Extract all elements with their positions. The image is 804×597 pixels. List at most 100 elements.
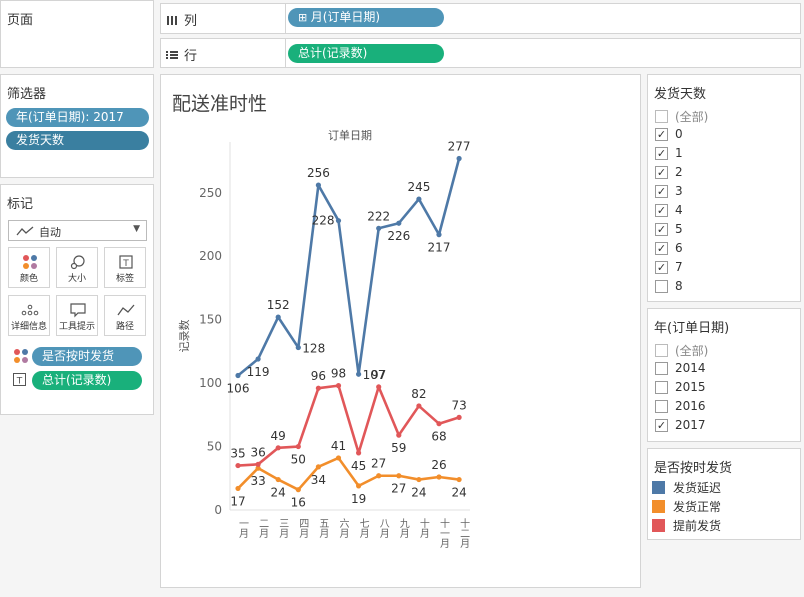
ship-days-filter-item[interactable]: 7 <box>655 260 683 274</box>
checkbox[interactable] <box>655 165 668 179</box>
checkbox[interactable] <box>655 260 668 274</box>
column-pill-month[interactable]: ⊞ 月(订单日期) <box>288 8 444 27</box>
checkbox[interactable] <box>655 127 668 141</box>
data-label: 119 <box>247 365 270 379</box>
data-label: 24 <box>451 486 466 500</box>
checkbox[interactable] <box>655 241 668 255</box>
ship-days-filter-item[interactable]: (全部) <box>655 108 708 125</box>
pages-shelf[interactable]: 页面 <box>0 0 154 68</box>
ship-days-filter-item[interactable]: 1 <box>655 146 683 160</box>
year-filter-item[interactable]: 2016 <box>655 399 706 413</box>
data-point <box>335 218 342 224</box>
legend-item[interactable]: 发货正常 <box>652 498 721 515</box>
data-label: 41 <box>331 439 346 453</box>
checkbox[interactable] <box>655 361 668 375</box>
detail-icon <box>21 304 39 316</box>
filter-item-label: (全部) <box>675 110 709 124</box>
filter-item-label: 2016 <box>675 399 706 413</box>
x-tick-label: 六月 <box>337 518 349 539</box>
x-tick-label: 一月 <box>237 518 249 539</box>
data-label: 245 <box>407 180 430 194</box>
data-label: 36 <box>250 445 265 459</box>
checkbox[interactable] <box>655 110 668 123</box>
ship-days-filter-item[interactable]: 4 <box>655 203 683 217</box>
data-point <box>456 476 462 483</box>
filter-pill-year[interactable]: 年(订单日期): 2017 <box>6 108 149 127</box>
year-filter-item[interactable]: 2015 <box>655 380 706 394</box>
color-button[interactable]: 颜色 <box>8 247 50 288</box>
rows-shelf[interactable] <box>160 38 801 68</box>
row-pill-count[interactable]: 总计(记录数) <box>288 44 444 63</box>
checkbox[interactable] <box>655 279 668 293</box>
filter-item-label: 4 <box>675 203 683 217</box>
year-filter-item[interactable]: 2017 <box>655 418 706 432</box>
year-filter-item[interactable]: 2014 <box>655 361 706 375</box>
x-axis-title: 订单日期 <box>328 129 372 142</box>
checkbox[interactable] <box>655 380 668 394</box>
filter-item-label: 6 <box>675 241 683 255</box>
y-axis-title: 记录数 <box>178 320 191 353</box>
data-label: 96 <box>311 369 326 383</box>
mark-type-dropdown[interactable]: 自动 ▼ <box>8 220 147 241</box>
data-label: 33 <box>250 474 265 488</box>
data-point <box>275 476 281 483</box>
ship-days-filter-item[interactable]: 3 <box>655 184 683 198</box>
legend-label: 发货正常 <box>673 500 722 514</box>
legend-item[interactable]: 提前发货 <box>652 517 721 534</box>
data-label: 68 <box>431 430 446 444</box>
data-label: 27 <box>371 457 386 471</box>
data-label: 98 <box>331 367 346 381</box>
marks-pill-on-time[interactable]: 是否按时发货 <box>32 347 142 366</box>
columns-icon <box>167 15 177 25</box>
data-point <box>235 462 241 469</box>
ship-days-filter-item[interactable]: 2 <box>655 165 683 179</box>
checkbox[interactable] <box>655 418 668 432</box>
filter-item-label: (全部) <box>675 344 709 358</box>
label-icon: T <box>119 255 133 269</box>
data-point <box>436 421 442 427</box>
filters-title: 筛选器 <box>7 87 47 102</box>
columns-shelf[interactable] <box>160 3 801 34</box>
size-button[interactable]: 大小 <box>56 247 98 288</box>
ship-days-filter-item[interactable]: 5 <box>655 222 683 236</box>
ship-days-filter-item[interactable]: 8 <box>655 279 683 293</box>
data-label: 59 <box>391 441 406 455</box>
x-tick-label: 二月 <box>257 518 269 539</box>
filter-pill-ship-days[interactable]: 发货天数 <box>6 131 149 150</box>
data-label: 49 <box>271 429 286 443</box>
data-point <box>295 487 301 493</box>
data-label: 73 <box>451 398 466 412</box>
filter-item-label: 2 <box>675 165 683 179</box>
detail-button[interactable]: 详细信息 <box>8 295 50 336</box>
ship-days-filter-item[interactable]: 6 <box>655 241 683 255</box>
checkbox[interactable] <box>655 344 668 357</box>
checkbox[interactable] <box>655 146 668 160</box>
path-button[interactable]: 路径 <box>104 295 146 336</box>
color-field-icon <box>14 349 28 363</box>
year-filter-item[interactable]: (全部) <box>655 342 708 359</box>
data-point <box>456 155 462 162</box>
data-point <box>416 196 422 202</box>
data-point <box>436 474 442 480</box>
marks-pill-count[interactable]: 总计(记录数) <box>32 371 142 390</box>
checkbox[interactable] <box>655 203 668 217</box>
color-icon <box>23 255 37 269</box>
data-point <box>255 461 261 467</box>
label-button[interactable]: T 标签 <box>104 247 146 288</box>
data-label: 50 <box>291 453 306 467</box>
data-label: 19 <box>351 492 366 506</box>
data-point <box>255 356 261 362</box>
expand-icon: ⊞ <box>298 11 311 24</box>
data-point <box>235 485 241 492</box>
ship-days-filter-item[interactable]: 0 <box>655 127 683 141</box>
checkbox[interactable] <box>655 184 668 198</box>
checkbox[interactable] <box>655 399 668 413</box>
checkbox[interactable] <box>655 222 668 236</box>
tooltip-button[interactable]: 工具提示 <box>56 295 98 336</box>
columns-shelf-label: 列 <box>166 10 197 29</box>
filter-item-label: 1 <box>675 146 683 160</box>
data-point <box>416 476 422 483</box>
data-label: 82 <box>411 387 426 401</box>
data-point <box>295 443 301 450</box>
legend-item[interactable]: 发货延迟 <box>652 479 721 496</box>
